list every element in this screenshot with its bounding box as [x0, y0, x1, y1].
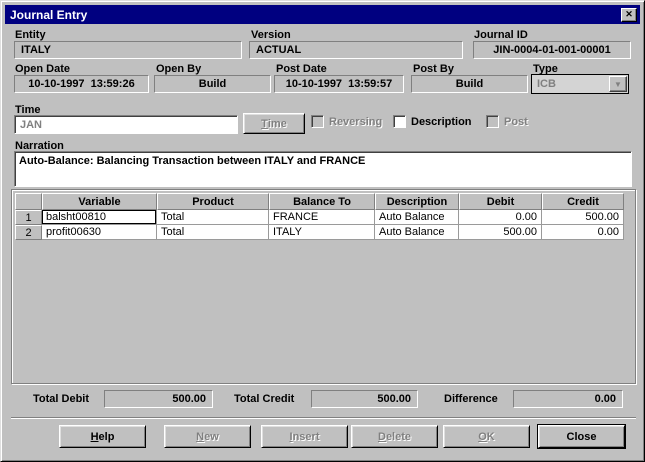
type-combobox[interactable]: ICB ▼	[531, 74, 629, 94]
title-bar[interactable]: Journal Entry ✕	[5, 5, 640, 24]
close-button[interactable]: Close	[538, 425, 625, 448]
entity-field: ITALY	[14, 41, 242, 59]
col-header-variable[interactable]: Variable	[42, 193, 157, 210]
close-icon[interactable]: ✕	[621, 7, 637, 22]
checkbox-icon[interactable]	[393, 115, 406, 128]
post-by-field: Build	[411, 75, 528, 93]
cell-variable[interactable]: profit00630	[42, 225, 157, 240]
journal-id-field: JIN-0004-01-001-00001	[473, 41, 631, 59]
table-row[interactable]: 1 balsht00810 Total FRANCE Auto Balance …	[15, 210, 624, 225]
version-label: Version	[251, 29, 291, 41]
difference-label: Difference	[444, 393, 498, 405]
window-title: Journal Entry	[10, 7, 88, 22]
checkbox-icon[interactable]	[486, 115, 499, 128]
cell-product[interactable]: Total	[157, 210, 269, 225]
cell-credit[interactable]: 0.00	[542, 225, 624, 240]
journal-lines-grid: Variable Product Balance To Description …	[15, 193, 624, 240]
insert-button[interactable]: Insert	[261, 425, 348, 448]
post-date-field: 10-10-1997 13:59:57	[274, 75, 404, 93]
reversing-checkbox[interactable]: Reversing	[311, 115, 382, 128]
difference-field: 0.00	[513, 390, 623, 408]
col-header-product[interactable]: Product	[157, 193, 269, 210]
ok-button[interactable]: OK	[443, 425, 530, 448]
post-by-label: Post By	[413, 63, 454, 75]
description-checkbox-label: Description	[411, 115, 472, 128]
version-field: ACTUAL	[249, 41, 463, 59]
row-number-cell[interactable]: 2	[15, 225, 42, 240]
new-button[interactable]: New	[164, 425, 251, 448]
open-by-field: Build	[154, 75, 271, 93]
total-credit-label: Total Credit	[234, 393, 295, 405]
type-value: ICB	[537, 78, 556, 90]
cell-debit[interactable]: 500.00	[459, 225, 542, 240]
open-date-label: Open Date	[15, 63, 71, 75]
cell-balance-to[interactable]: ITALY	[269, 225, 375, 240]
time-input[interactable]: JAN	[14, 115, 238, 134]
help-button[interactable]: Help	[59, 425, 146, 448]
col-header-debit[interactable]: Debit	[459, 193, 542, 210]
post-checkbox-label: Post	[504, 115, 528, 128]
cell-balance-to[interactable]: FRANCE	[269, 210, 375, 225]
post-checkbox[interactable]: Post	[486, 115, 528, 128]
grid-corner-cell	[15, 193, 42, 210]
delete-button[interactable]: Delete	[351, 425, 438, 448]
row-number-cell[interactable]: 1	[15, 210, 42, 225]
journal-entry-dialog: Journal Entry ✕ Entity Version Journal I…	[0, 0, 645, 462]
narration-textarea[interactable]: Auto-Balance: Balancing Transaction betw…	[14, 151, 632, 187]
col-header-credit[interactable]: Credit	[542, 193, 624, 210]
open-date-field: 10-10-1997 13:59:26	[14, 75, 149, 93]
checkbox-icon[interactable]	[311, 115, 324, 128]
table-row[interactable]: 2 profit00630 Total ITALY Auto Balance 5…	[15, 225, 624, 240]
cell-variable[interactable]: balsht00810	[42, 210, 157, 225]
post-date-label: Post Date	[276, 63, 327, 75]
entity-label: Entity	[15, 29, 46, 41]
cell-description[interactable]: Auto Balance	[375, 210, 459, 225]
total-credit-field: 500.00	[311, 390, 418, 408]
total-debit-field: 500.00	[104, 390, 213, 408]
grid-header-row: Variable Product Balance To Description …	[15, 193, 624, 210]
reversing-checkbox-label: Reversing	[329, 115, 383, 128]
cell-product[interactable]: Total	[157, 225, 269, 240]
chevron-down-icon[interactable]: ▼	[609, 76, 627, 92]
col-header-description[interactable]: Description	[375, 193, 459, 210]
cell-debit[interactable]: 0.00	[459, 210, 542, 225]
description-checkbox[interactable]: Description	[393, 115, 472, 128]
time-button[interactable]: Time	[243, 113, 305, 134]
col-header-balance-to[interactable]: Balance To	[269, 193, 375, 210]
total-debit-label: Total Debit	[33, 393, 90, 405]
grid-panel: Variable Product Balance To Description …	[11, 189, 636, 384]
journal-id-label: Journal ID	[474, 29, 528, 41]
open-by-label: Open By	[156, 63, 202, 75]
cell-description[interactable]: Auto Balance	[375, 225, 459, 240]
cell-credit[interactable]: 500.00	[542, 210, 624, 225]
divider	[11, 417, 636, 419]
